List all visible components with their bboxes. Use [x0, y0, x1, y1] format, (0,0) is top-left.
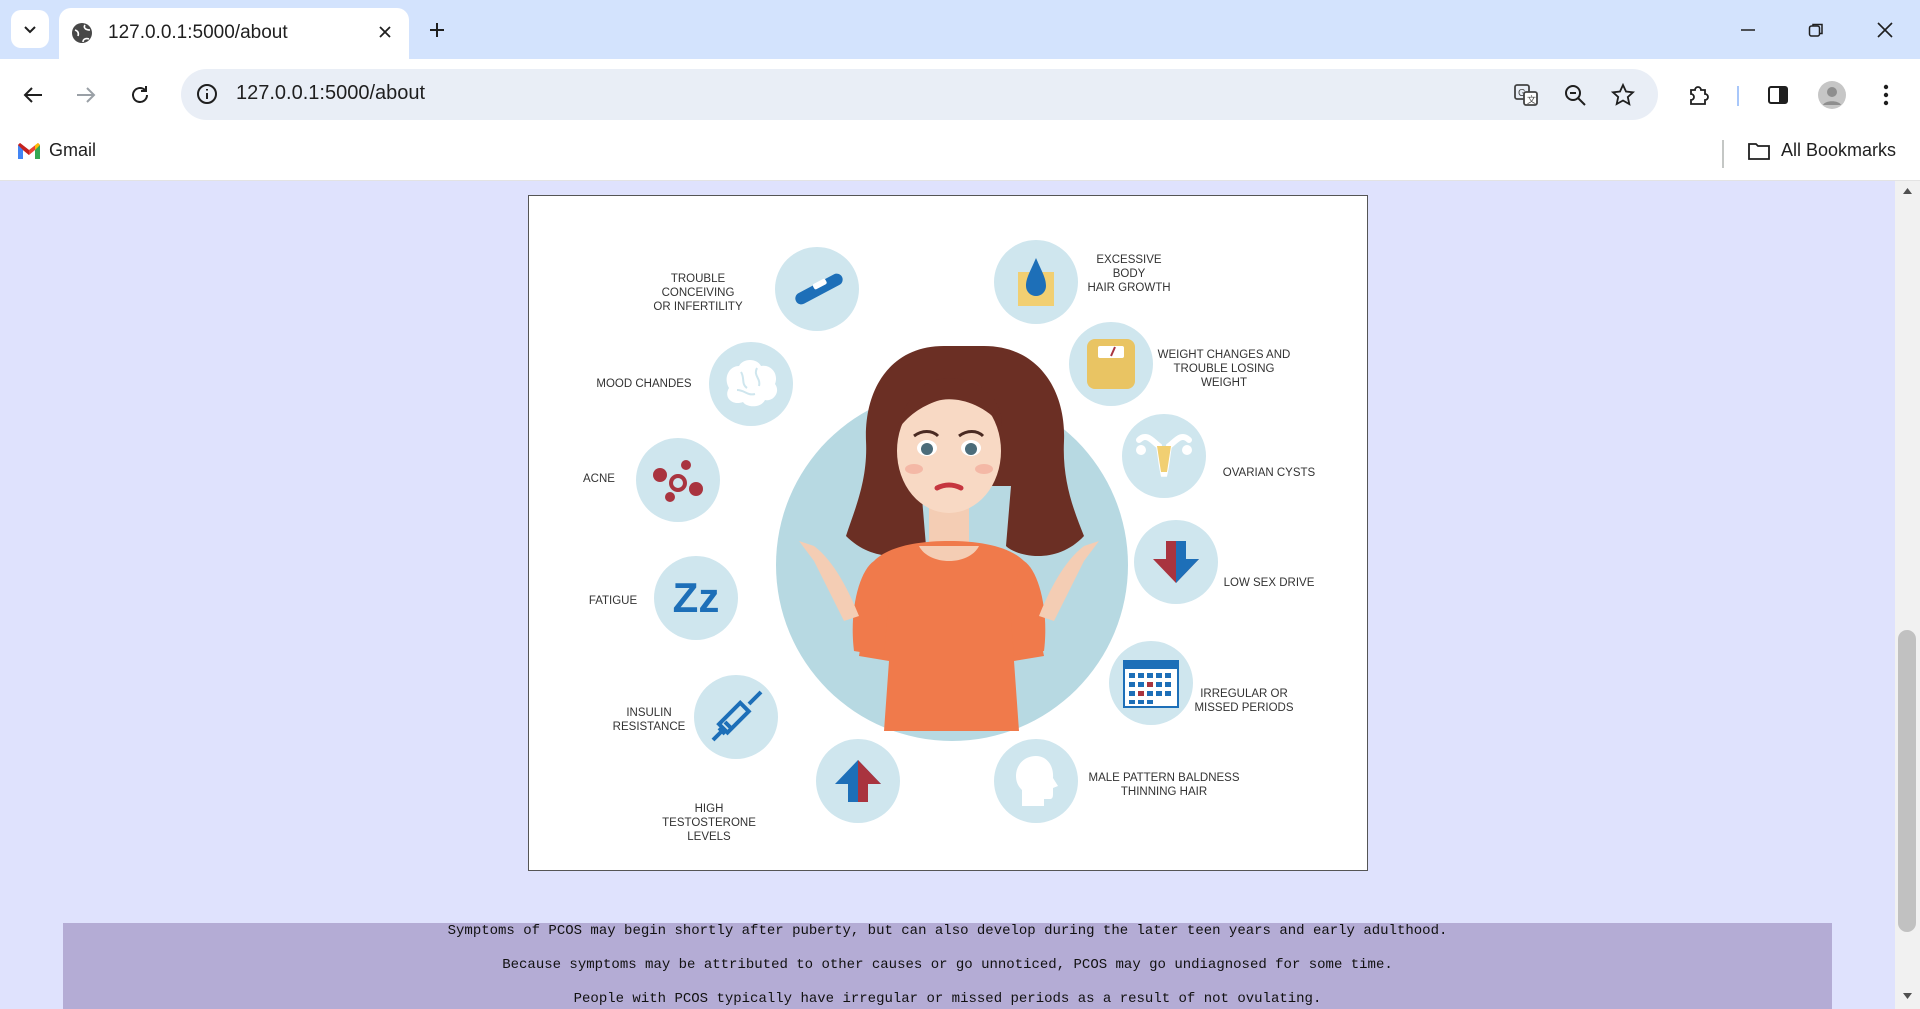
toolbar-divider: [1737, 86, 1739, 106]
puzzle-icon: [1690, 86, 1709, 105]
url-text[interactable]: 127.0.0.1:5000/about: [236, 82, 425, 105]
active-tab[interactable]: 127.0.0.1:5000/about: [59, 8, 409, 59]
page-scrollbar[interactable]: [1895, 181, 1920, 1009]
reload-button[interactable]: [122, 77, 158, 113]
fatigue-circle: Zz: [654, 556, 738, 640]
tab-search-button[interactable]: [11, 10, 49, 48]
high-testosterone-label: HIGH TESTOSTERONE LEVELS: [662, 803, 756, 843]
bookmark-gmail[interactable]: Gmail: [17, 140, 96, 161]
arrow-right-icon: [77, 87, 96, 103]
avatar-icon: [1818, 81, 1846, 109]
low-sex-drive-circle: [1134, 520, 1218, 604]
paragraph-1: Symptoms of PCOS may begin shortly after…: [447, 923, 1448, 939]
forward-button[interactable]: [68, 77, 104, 113]
page-viewport: TROUBLE CONCEIVING OR INFERTILITY MOOD C…: [0, 181, 1895, 1009]
weight-changes-circle: [1069, 322, 1153, 406]
new-tab-button[interactable]: [422, 15, 452, 45]
more-vert-icon: [1883, 84, 1889, 106]
baldness-label: MALE PATTERN BALDNESS THINNING HAIR: [1088, 772, 1240, 798]
close-tab-icon[interactable]: [373, 20, 397, 44]
irregular-periods-circle: [1109, 641, 1193, 725]
profile-avatar[interactable]: [1813, 76, 1851, 114]
tab-strip: 127.0.0.1:5000/about: [0, 0, 1920, 59]
close-icon: [1877, 22, 1893, 38]
scroll-up-arrow-icon[interactable]: [1902, 187, 1913, 195]
sleep-zz-icon: Zz: [672, 574, 720, 621]
hair-growth-label: EXCESSIVE BODY HAIR GROWTH: [1087, 254, 1171, 294]
pregnancy-test-icon: [795, 273, 843, 305]
address-bar[interactable]: 127.0.0.1:5000/about G文: [181, 69, 1658, 120]
mood-changes-circle: [709, 342, 793, 426]
irregular-periods-label: IRREGULAR OR MISSED PERIODS: [1194, 688, 1294, 714]
arrow-down-icon: [1153, 541, 1199, 583]
high-testosterone-circle: [816, 739, 900, 823]
mood-changes-label: MOOD CHANDES: [596, 378, 692, 390]
side-panel-button[interactable]: [1759, 76, 1797, 114]
brain-icon: [726, 360, 778, 407]
paragraph-3: People with PCOS typically have irregula…: [573, 991, 1322, 1007]
gmail-icon: [18, 142, 40, 159]
globe-icon: [71, 22, 93, 49]
translate-icon[interactable]: G文: [1512, 81, 1540, 109]
trouble-conceiving-circle: [775, 247, 859, 331]
baldness-circle: [994, 739, 1078, 823]
extensions-button[interactable]: [1680, 76, 1718, 114]
hair-growth-circle: [994, 240, 1078, 324]
symptoms-text-section: Symptoms of PCOS may begin shortly after…: [63, 923, 1832, 1009]
pcos-symptoms-infographic: TROUBLE CONCEIVING OR INFERTILITY MOOD C…: [528, 195, 1368, 871]
all-bookmarks-button[interactable]: All Bookmarks: [1747, 140, 1896, 161]
scrollbar-thumb[interactable]: [1898, 630, 1916, 932]
zoom-icon[interactable]: [1561, 81, 1589, 109]
weight-changes-label: WEIGHT CHANGES AND TROUBLE LOSING WEIGHT: [1157, 349, 1291, 389]
bookmark-gmail-label: Gmail: [49, 140, 97, 160]
bookmarks-bar: Gmail All Bookmarks: [0, 130, 1920, 181]
bookmarks-divider: [1722, 140, 1724, 168]
arrow-left-icon: [23, 87, 42, 103]
scale-icon: [1087, 339, 1135, 389]
fatigue-label: FATIGUE: [588, 595, 638, 607]
bookmark-star-icon[interactable]: [1609, 81, 1637, 109]
restore-icon: [1808, 23, 1823, 37]
head-silhouette-icon: [1016, 756, 1058, 806]
acne-label: ACNE: [583, 473, 615, 485]
trouble-conceiving-label: TROUBLE CONCEIVING OR INFERTILITY: [653, 273, 743, 313]
restore-button[interactable]: [1793, 10, 1839, 50]
side-panel-icon: [1768, 86, 1788, 104]
scroll-down-arrow-icon[interactable]: [1902, 992, 1913, 1000]
minimize-icon: [1741, 29, 1755, 31]
ovarian-cysts-label: OVARIAN CYSTS: [1222, 467, 1316, 479]
close-window-button[interactable]: [1862, 10, 1908, 50]
chevron-down-icon: [24, 26, 36, 34]
hair-follicle-icon: [1018, 258, 1054, 306]
uterus-icon: [1136, 434, 1192, 477]
calendar-icon: [1123, 660, 1179, 708]
svg-text:文: 文: [1527, 94, 1536, 105]
menu-button[interactable]: [1867, 76, 1905, 114]
syringe-icon: [711, 690, 763, 742]
folder-icon: [1748, 142, 1770, 160]
insulin-resistance-circle: [694, 675, 778, 759]
acne-circle: [636, 438, 720, 522]
info-icon[interactable]: [195, 82, 219, 111]
all-bookmarks-label: All Bookmarks: [1781, 140, 1897, 160]
ovarian-cysts-circle: [1122, 414, 1206, 498]
back-button[interactable]: [15, 77, 51, 113]
minimize-button[interactable]: [1725, 10, 1771, 50]
reload-icon: [132, 86, 148, 103]
arrow-up-icon: [835, 760, 881, 802]
browser-toolbar: 127.0.0.1:5000/about G文: [0, 59, 1920, 130]
insulin-resistance-label: INSULIN RESISTANCE: [612, 707, 686, 733]
acne-icon: [653, 460, 703, 502]
low-sex-drive-label: LOW SEX DRIVE: [1223, 577, 1315, 589]
paragraph-2: Because symptoms may be attributed to ot…: [502, 957, 1393, 973]
plus-icon: [430, 23, 444, 37]
tab-title: 127.0.0.1:5000/about: [108, 22, 288, 43]
